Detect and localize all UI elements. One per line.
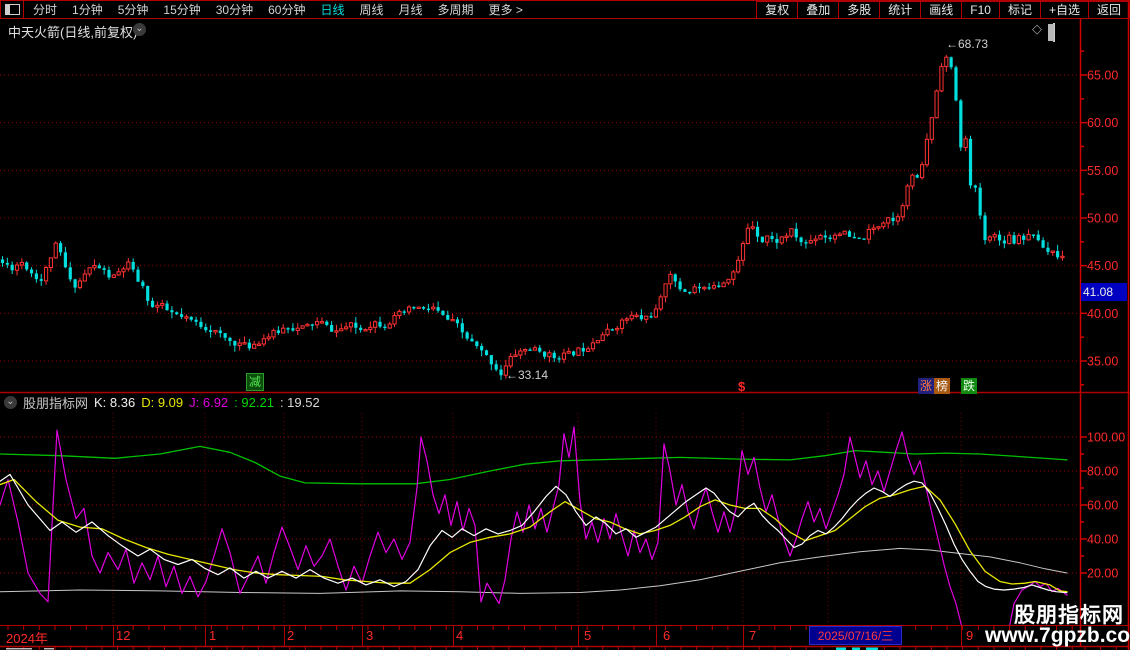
date-label: 12 xyxy=(116,628,130,643)
date-label: 4 xyxy=(456,628,463,643)
date-axis: 2025/07/16/三 2024年1212345679 xyxy=(0,626,1130,646)
indicator-value-0: K: 8.36 xyxy=(94,395,135,410)
date-label: 1 xyxy=(209,628,216,643)
date-separator xyxy=(205,626,206,646)
action-button-标记[interactable]: 标记 xyxy=(999,1,1040,19)
period-tab-分时[interactable]: 分时 xyxy=(33,1,57,19)
chart-canvas[interactable]: 65.00 60.00 55.00 50.00 45.00 40.00 35.00 100.0… xyxy=(0,0,1130,650)
date-separator xyxy=(362,626,363,646)
action-button-统计[interactable]: 统计 xyxy=(879,1,920,19)
date-separator xyxy=(656,626,657,646)
price-tick-label: 35.00 xyxy=(1087,354,1118,368)
stock-app-window: 65.00 60.00 55.00 50.00 45.00 40.00 35.00 100.0… xyxy=(0,0,1130,650)
date-separator xyxy=(578,626,579,646)
reduce-marker: 减 xyxy=(246,373,264,391)
price-tick-label: 65.00 xyxy=(1087,69,1118,83)
action-button-F10[interactable]: F10 xyxy=(961,1,999,19)
indicator-tick-label: 20.00 xyxy=(1087,567,1118,581)
indicator-value-1: D: 9.09 xyxy=(141,395,183,410)
price-tick-label: 45.00 xyxy=(1087,259,1118,273)
price-tick-label: 55.00 xyxy=(1087,164,1118,178)
indicator-value-3: : 92.21 xyxy=(234,395,274,410)
period-tab-60分钟[interactable]: 60分钟 xyxy=(268,1,305,19)
period-tab-日线[interactable]: 日线 xyxy=(320,1,344,19)
indicator-source-label: 股朋指标网 xyxy=(23,393,88,412)
date-separator xyxy=(743,626,744,646)
date-label: 6 xyxy=(663,628,670,643)
diamond-icon[interactable]: ◇ xyxy=(1032,21,1042,37)
layout-split-icon[interactable] xyxy=(1053,23,1055,42)
period-tab-周线[interactable]: 周线 xyxy=(359,1,383,19)
date-separator xyxy=(961,626,962,646)
rise-rank-button[interactable]: 涨 xyxy=(918,378,934,394)
action-button-add自选[interactable]: +自选 xyxy=(1040,1,1088,19)
indicator-tick-label: 60.00 xyxy=(1087,499,1118,513)
date-label: 2 xyxy=(287,628,294,643)
action-button-返回[interactable]: 返回 xyxy=(1088,1,1130,19)
action-button-叠加[interactable]: 叠加 xyxy=(797,1,838,19)
chevron-down-icon[interactable]: ⌄ xyxy=(133,23,146,36)
fall-button[interactable]: 跌 xyxy=(961,378,977,394)
date-label: 3 xyxy=(366,628,373,643)
action-button-画线[interactable]: 画线 xyxy=(920,1,961,19)
period-tab-15分钟[interactable]: 15分钟 xyxy=(163,1,200,19)
date-separator xyxy=(453,626,454,646)
period-tab-1分钟[interactable]: 1分钟 xyxy=(72,1,103,19)
indicator-tick-label: 80.00 xyxy=(1087,465,1118,479)
price-tick-label: 50.00 xyxy=(1087,211,1118,225)
indicator-chevron-icon[interactable]: ⌄ xyxy=(4,396,17,409)
window-split-icon[interactable] xyxy=(0,1,24,19)
action-button-复权[interactable]: 复权 xyxy=(756,1,797,19)
date-label: 5 xyxy=(584,628,591,643)
indicator-value-4: : 19.52 xyxy=(280,395,320,410)
title-bar: 中天火箭(日线,前复权) ⌄ ◇ xyxy=(0,19,1080,39)
price-tick-label: 60.00 xyxy=(1087,116,1118,130)
rank-button[interactable]: 榜 xyxy=(934,378,950,394)
price-tick-label: 40.00 xyxy=(1087,307,1118,321)
indicator-header: ⌄ 股朋指标网 K: 8.36 D: 9.09 J: 6.92 : 92.21 : 19… xyxy=(0,393,1080,412)
date-separator xyxy=(284,626,285,646)
last-price-label: 41.08 xyxy=(1081,283,1127,301)
high-annotation: ←68.73 xyxy=(946,37,988,51)
indicator-value-2: J: 6.92 xyxy=(189,395,228,410)
indicator-tick-label: 40.00 xyxy=(1087,533,1118,547)
date-label: 7 xyxy=(749,628,756,643)
indicator-tick-label: 100.00 xyxy=(1087,431,1125,445)
period-tab-30分钟[interactable]: 30分钟 xyxy=(216,1,253,19)
action-button-多股[interactable]: 多股 xyxy=(838,1,879,19)
watermark-url: www.7gpzb.com xyxy=(985,624,1130,648)
period-tab-更多>[interactable]: 更多 > xyxy=(489,1,523,19)
low-annotation: ←33.14 xyxy=(506,368,548,382)
toolbar: 分时 1分钟 5分钟 15分钟 30分钟 60分钟日线周线月线多周期更多 > 复权叠加多股… xyxy=(0,0,1130,18)
date-separator xyxy=(113,626,114,646)
selected-date-label: 2025/07/16/三 xyxy=(809,626,902,645)
page-title: 中天火箭(日线,前复权) xyxy=(8,22,137,41)
period-tab-5分钟[interactable]: 5分钟 xyxy=(118,1,149,19)
period-tab-多周期[interactable]: 多周期 xyxy=(438,1,474,19)
date-label: 9 xyxy=(966,628,973,643)
period-tabs: 分时 1分钟 5分钟 15分钟 30分钟 60分钟日线周线月线多周期更多 > xyxy=(33,1,523,19)
date-label: 2024年 xyxy=(6,628,48,647)
action-buttons: 复权叠加多股统计画线F10标记+自选返回 xyxy=(756,1,1130,19)
period-tab-月线[interactable]: 月线 xyxy=(399,1,423,19)
